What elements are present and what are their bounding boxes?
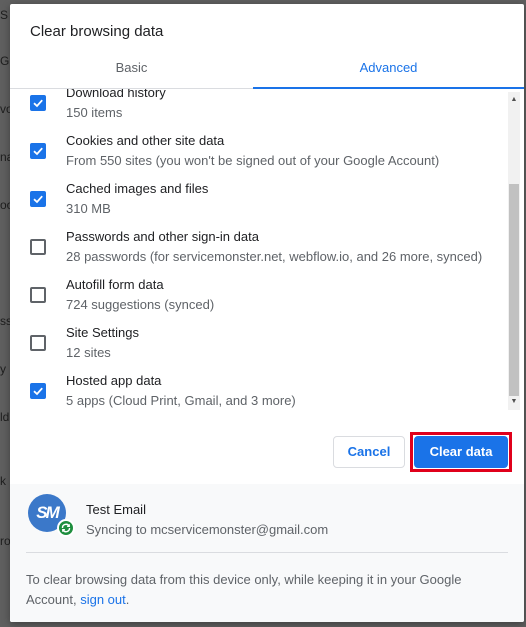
checkmark-icon (33, 99, 43, 108)
account-footer: SM Test Email Syncing to mcservicemonste… (10, 484, 524, 622)
background-text: G (0, 54, 10, 68)
list-item-passwords[interactable]: Passwords and other sign-in data 28 pass… (10, 223, 508, 271)
cancel-button[interactable]: Cancel (333, 436, 405, 468)
item-title: Cookies and other site data (66, 133, 225, 148)
item-detail: 724 suggestions (synced) (66, 297, 215, 312)
list-item-cookies[interactable]: Cookies and other site data From 550 sit… (10, 127, 508, 175)
tab-advanced-label: Advanced (359, 60, 418, 75)
item-title: Cached images and files (66, 181, 209, 196)
item-title: Site Settings (66, 325, 139, 340)
list-item-download-history[interactable]: Download history 150 items (10, 89, 508, 127)
checkbox-autofill[interactable] (30, 287, 46, 303)
scroll-down-arrow-icon[interactable]: ▼ (508, 396, 520, 408)
checkbox-site-settings[interactable] (30, 335, 46, 351)
background-text: ld (0, 410, 10, 424)
sign-out-link[interactable]: sign out (80, 592, 126, 607)
footer-note: To clear browsing data from this device … (26, 570, 496, 610)
checkbox-cookies[interactable] (30, 143, 46, 159)
item-detail: 310 MB (66, 201, 111, 216)
tab-advanced[interactable]: Advanced (253, 52, 524, 89)
scroll-up-arrow-icon[interactable]: ▲ (508, 94, 520, 106)
item-title: Hosted app data (66, 373, 162, 388)
checkbox-passwords[interactable] (30, 239, 46, 255)
tab-basic[interactable]: Basic (10, 52, 253, 88)
item-detail: 5 apps (Cloud Print, Gmail, and 3 more) (66, 393, 296, 408)
background-text: y (0, 362, 6, 376)
checkmark-icon (33, 387, 43, 396)
item-title: Download history (66, 89, 166, 100)
dialog-title: Clear browsing data (30, 23, 164, 40)
item-detail: 12 sites (66, 345, 111, 360)
clear-data-button[interactable]: Clear data (414, 436, 508, 468)
background-text: S (0, 8, 9, 22)
checkbox-cached-images[interactable] (30, 191, 46, 207)
item-detail: From 550 sites (you won't be signed out … (66, 153, 440, 168)
checkbox-download-history[interactable] (30, 95, 46, 111)
checkbox-hosted-app-data[interactable] (30, 383, 46, 399)
tab-bar: Basic Advanced (10, 52, 524, 89)
item-title: Autofill form data (66, 277, 164, 292)
item-title: Passwords and other sign-in data (66, 229, 259, 244)
background-text: k (0, 474, 6, 488)
list-scrollbar[interactable]: ▲ ▼ (508, 92, 520, 410)
footer-note-end: . (125, 592, 130, 607)
list-item-cached-images[interactable]: Cached images and files 310 MB (10, 175, 508, 223)
sync-status: Syncing to mcservicemonster@gmail.com (86, 522, 329, 537)
data-type-list: Download history 150 items Cookies and o… (10, 89, 508, 409)
clear-browsing-data-dialog: Clear browsing data Basic Advanced Downl… (10, 4, 524, 622)
divider (26, 552, 508, 553)
list-item-site-settings[interactable]: Site Settings 12 sites (10, 319, 508, 367)
item-detail: 150 items (66, 105, 123, 120)
list-item-autofill[interactable]: Autofill form data 724 suggestions (sync… (10, 271, 508, 319)
item-detail: 28 passwords (for servicemonster.net, we… (66, 249, 483, 264)
checkmark-icon (33, 195, 43, 204)
account-name: Test Email (86, 502, 146, 517)
checkmark-icon (33, 147, 43, 156)
list-item-hosted-app-data[interactable]: Hosted app data 5 apps (Cloud Print, Gma… (10, 367, 508, 409)
scrollbar-thumb[interactable] (509, 184, 519, 396)
sync-icon (57, 519, 75, 537)
